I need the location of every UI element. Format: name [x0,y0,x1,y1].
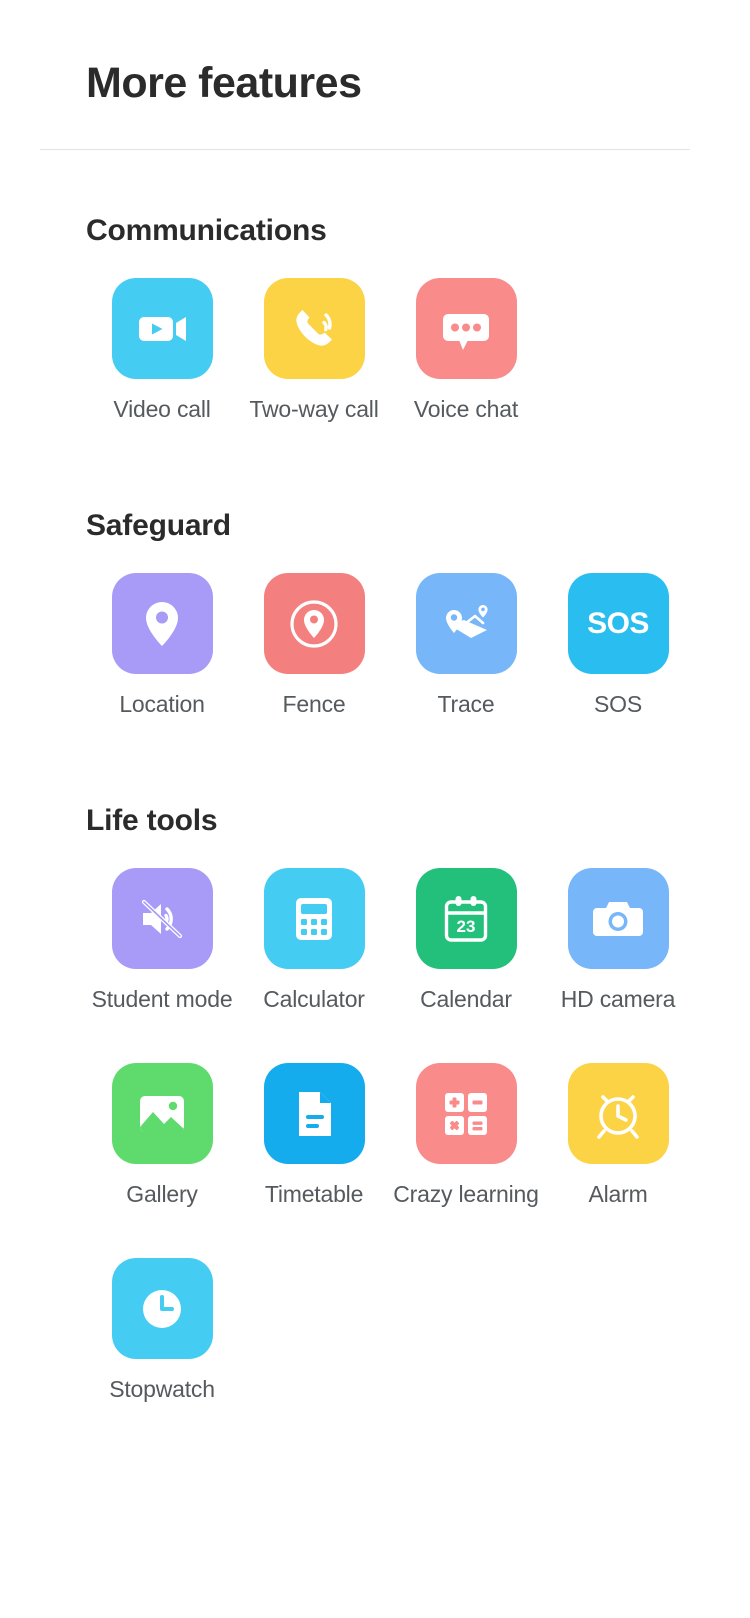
section-title-safeguard: Safeguard [86,509,231,542]
tile-fence[interactable]: Fence [238,573,390,718]
section-title-communications: Communications [86,214,327,247]
tile-label: Student mode [91,986,233,1012]
tile-video-call[interactable]: Video call [86,278,238,423]
grid-communications: Video call Two-way call Voice chat [86,278,750,423]
alarm-clock-icon[interactable] [567,1063,669,1164]
document-icon[interactable] [263,1063,365,1164]
calendar-icon[interactable]: 23 [415,868,517,969]
section-safeguard: Safeguard Location Fence Trace SOS SOS [0,509,750,718]
tile-location[interactable]: Location [86,573,238,718]
page-title: More features [86,59,362,107]
tile-stopwatch[interactable]: Stopwatch [86,1258,238,1403]
tile-calendar[interactable]: 23 Calendar [390,868,542,1013]
tile-gallery[interactable]: Gallery [86,1063,238,1208]
calendar-day-number: 23 [457,917,476,936]
tile-label: Calendar [420,986,512,1012]
tile-alarm[interactable]: Alarm [542,1063,694,1208]
pin-in-circle-icon[interactable] [263,573,365,674]
sos-label: SOS [587,606,649,640]
tile-label: Gallery [126,1181,198,1207]
tile-label: SOS [594,691,642,717]
tile-calculator[interactable]: Calculator [238,868,390,1013]
tile-label: Video call [113,396,211,422]
mute-speaker-icon[interactable] [111,868,213,969]
sos-text-icon[interactable]: SOS [567,573,669,674]
math-grid-icon[interactable] [415,1063,517,1164]
header-divider [40,149,690,150]
grid-safeguard: Location Fence Trace SOS SOS [86,573,750,718]
tile-sos[interactable]: SOS SOS [542,573,694,718]
grid-life-tools: Student mode Calculator 23 Calendar HD c… [86,868,750,1403]
tile-label: HD camera [560,986,676,1012]
tile-crazy-learning[interactable]: Crazy learning [390,1063,542,1208]
section-life-tools: Life tools Student mode Calculator 23 Ca… [0,804,750,1403]
camera-icon[interactable] [567,868,669,969]
section-title-life-tools: Life tools [86,804,218,837]
tile-hd-camera[interactable]: HD camera [542,868,694,1013]
phone-ringing-icon[interactable] [263,278,365,379]
tile-label: Timetable [264,1181,364,1207]
tile-label: Stopwatch [109,1376,215,1402]
tile-trace[interactable]: Trace [390,573,542,718]
section-communications: Communications Video call Two-way call V… [0,214,750,423]
tile-label: Trace [437,691,495,717]
tile-two-way-call[interactable]: Two-way call [238,278,390,423]
tile-label: Calculator [263,986,365,1012]
route-map-icon[interactable] [415,573,517,674]
tile-timetable[interactable]: Timetable [238,1063,390,1208]
calculator-icon[interactable] [263,868,365,969]
video-camera-icon[interactable] [111,278,213,379]
tile-label: Crazy learning [393,1181,539,1207]
map-pin-icon[interactable] [111,573,213,674]
tile-label: Two-way call [249,396,379,422]
tile-label: Fence [282,691,346,717]
photo-image-icon[interactable] [111,1063,213,1164]
tile-label: Alarm [588,1181,648,1207]
tile-label: Voice chat [413,396,519,422]
tile-student-mode[interactable]: Student mode [86,868,238,1013]
header: More features [0,0,750,105]
tile-voice-chat[interactable]: Voice chat [390,278,542,423]
chat-bubble-icon[interactable] [415,278,517,379]
tile-label: Location [119,691,205,717]
more-features-screen: More features Communications Video call [0,0,750,1618]
stopwatch-icon[interactable] [111,1258,213,1359]
